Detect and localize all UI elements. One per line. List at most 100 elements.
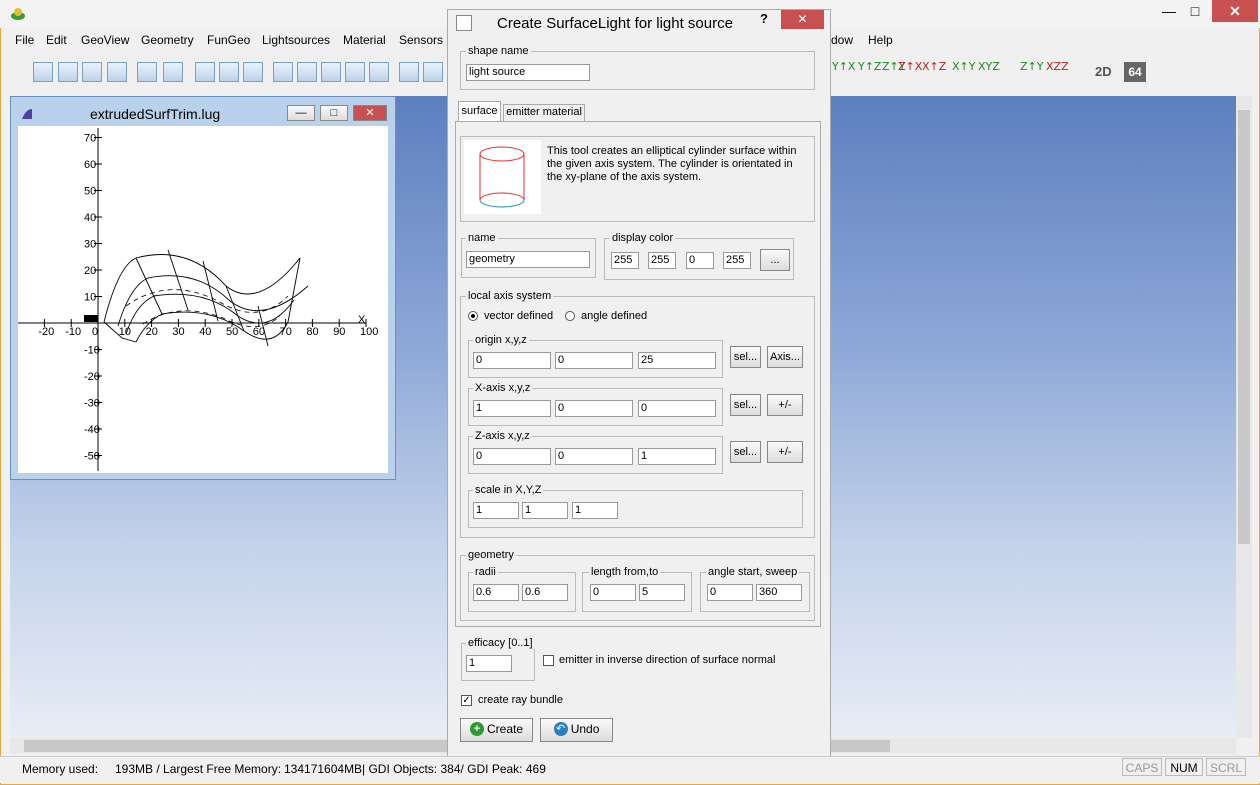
close-button[interactable]: ✕ [1212, 0, 1258, 22]
import-icon[interactable] [107, 62, 127, 82]
zaxis-y-input[interactable]: 0 [555, 448, 633, 465]
view-zx-icon[interactable]: Z↑X [898, 60, 922, 73]
view-2d-icon[interactable] [273, 62, 293, 82]
origin-select-button[interactable]: sel... [730, 346, 761, 368]
origin-x-input[interactable]: 0 [473, 352, 551, 369]
xaxis-label: X-axis x,y,z [473, 382, 533, 394]
tile-horizontal-icon[interactable] [243, 62, 263, 82]
view-2d-toggle[interactable]: 2D [1095, 64, 1112, 79]
x-tick-label: 70 [280, 326, 292, 338]
document-icon[interactable] [399, 62, 419, 82]
view-3d-icon[interactable] [297, 62, 317, 82]
text-view-icon[interactable] [369, 62, 389, 82]
zaxis-z-input[interactable]: 1 [638, 448, 716, 465]
color-b-input[interactable]: 0 [686, 252, 714, 269]
maximize-button[interactable]: □ [1178, 0, 1212, 22]
graph-icon[interactable] [321, 62, 341, 82]
dialog-help-button[interactable]: ? [760, 11, 768, 26]
menu-geometry[interactable]: Geometry [141, 33, 194, 47]
xaxis-z-input[interactable]: 0 [638, 400, 716, 417]
menu-window[interactable]: dow [831, 33, 853, 47]
ray-bundle-checkbox[interactable]: ✓ [461, 695, 472, 706]
radius-1-input[interactable]: 0.6 [473, 584, 519, 601]
undo-icon: ↶ [553, 722, 568, 737]
menu-lightsources[interactable]: Lightsources [262, 33, 330, 47]
inverse-direction-checkbox[interactable] [543, 655, 554, 666]
new-file-icon[interactable] [33, 62, 53, 82]
origin-z-input[interactable]: 25 [638, 352, 716, 369]
name-label: name [466, 232, 498, 244]
y-tick-label: -30 [84, 398, 100, 410]
xaxis-x-input[interactable]: 1 [473, 400, 551, 417]
plot-area[interactable]: -20 -10 0 10 20 30 40 50 60 70 80 90 100 70 60 50 40 30 20… [18, 126, 388, 473]
heatmap-icon[interactable] [345, 62, 365, 82]
dialog-close-button[interactable]: ✕ [781, 10, 824, 29]
fit-icon[interactable] [423, 62, 443, 82]
x-tick-label: 30 [172, 326, 184, 338]
child-maximize-button[interactable]: □ [320, 105, 348, 121]
folder-icon[interactable] [137, 62, 157, 82]
color-r-input[interactable]: 255 [611, 252, 639, 269]
length-from-input[interactable]: 0 [590, 584, 636, 601]
tile-vertical-icon[interactable] [219, 62, 239, 82]
angle-sweep-input[interactable]: 360 [756, 584, 802, 601]
undo-button[interactable]: ↶ Undo [540, 718, 613, 742]
create-button[interactable]: + Create [460, 718, 533, 742]
scale-x-input[interactable]: 1 [473, 502, 519, 519]
xaxis-select-button[interactable]: sel... [730, 394, 761, 416]
scale-z-input[interactable]: 1 [572, 502, 618, 519]
angle-label: angle start, sweep [706, 566, 800, 578]
color-g-input[interactable]: 255 [648, 252, 676, 269]
color-a-input[interactable]: 255 [723, 252, 751, 269]
print-icon[interactable] [163, 62, 183, 82]
angle-defined-radio[interactable] [565, 311, 575, 321]
plus-icon: + [469, 722, 484, 737]
vector-defined-radio[interactable] [468, 311, 478, 321]
origin-y-input[interactable]: 0 [555, 352, 633, 369]
menu-geoview[interactable]: GeoView [81, 33, 129, 47]
y-tick-label: -50 [84, 451, 100, 463]
view-yx-icon[interactable]: X↑Y [952, 60, 975, 73]
xaxis-y-input[interactable]: 0 [555, 400, 633, 417]
menu-file[interactable]: File [15, 33, 34, 47]
plot-svg: -20 -10 0 10 20 30 40 50 60 70 80 90 100 70 60 50 40 30 20… [18, 128, 378, 471]
shape-name-input[interactable]: light source [466, 64, 590, 81]
view-3d-xyz-icon[interactable]: XYZ [978, 60, 1000, 73]
vertical-scrollbar[interactable] [1236, 96, 1252, 738]
xaxis-flip-button[interactable]: +/- [767, 394, 803, 416]
scale-y-input[interactable]: 1 [522, 502, 568, 519]
menu-help[interactable]: Help [868, 33, 893, 47]
view-xzz-icon[interactable]: XZZ [1046, 60, 1069, 73]
y-tick-label: 30 [84, 239, 96, 251]
child-minimize-button[interactable]: — [287, 105, 315, 121]
add-icon[interactable] [82, 62, 102, 82]
menu-sensors[interactable]: Sensors [399, 33, 443, 47]
menu-material[interactable]: Material [343, 33, 386, 47]
length-to-input[interactable]: 5 [639, 584, 685, 601]
menu-fungeo[interactable]: FunGeo [207, 33, 250, 47]
view-xy-icon[interactable]: Y↑X [832, 60, 855, 73]
child-close-button[interactable]: ✕ [353, 105, 387, 121]
local-axis-label: local axis system [466, 290, 554, 302]
open-folder-icon[interactable] [58, 62, 78, 82]
child-window-title: extrudedSurfTrim.lug [90, 106, 221, 122]
radius-2-input[interactable]: 0.6 [522, 584, 568, 601]
view-zyx-icon[interactable]: Z↑Y [1020, 60, 1043, 73]
zaxis-select-button[interactable]: sel... [730, 441, 761, 463]
caps-indicator: CAPS [1122, 758, 1162, 776]
tab-surface[interactable]: surface [458, 101, 501, 121]
zaxis-x-input[interactable]: 0 [473, 448, 551, 465]
angle-start-input[interactable]: 0 [707, 584, 753, 601]
efficacy-input[interactable]: 1 [466, 655, 512, 672]
cascade-icon[interactable] [195, 62, 215, 82]
name-input[interactable]: geometry [466, 251, 590, 268]
color-picker-button[interactable]: ... [760, 249, 790, 271]
x-tick-label: 90 [333, 326, 345, 338]
view-yz-icon[interactable]: Y↑Z [858, 60, 881, 73]
dialog-title: Create SurfaceLight for light source [497, 15, 733, 32]
menu-edit[interactable]: Edit [46, 33, 67, 47]
zaxis-flip-button[interactable]: +/- [767, 441, 803, 463]
view-xz-icon[interactable]: X↑Z [922, 60, 946, 73]
tab-emitter-material[interactable]: emitter material [503, 104, 585, 121]
axis-button[interactable]: Axis... [767, 346, 803, 368]
